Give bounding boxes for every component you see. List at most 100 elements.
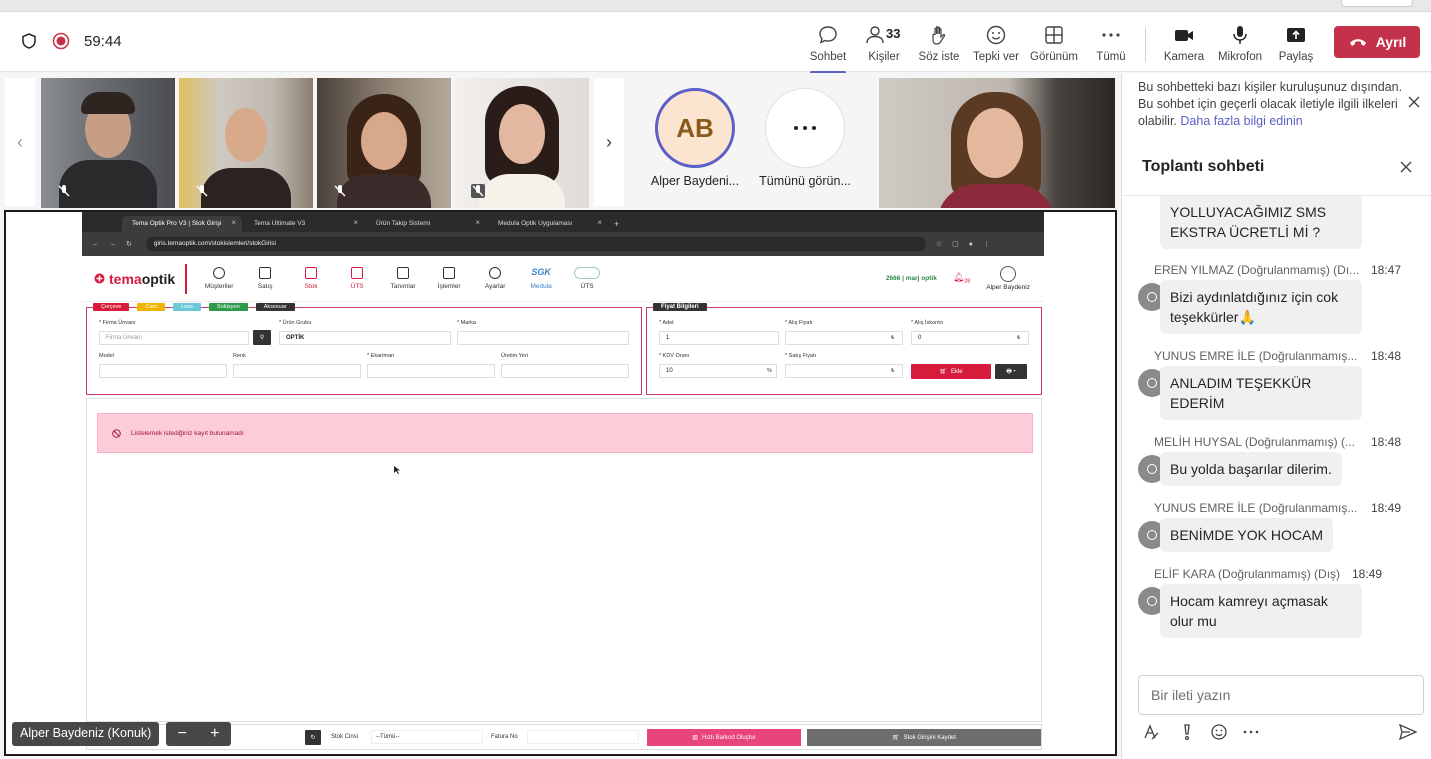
menu-stock[interactable]: Stok <box>291 267 331 290</box>
stock-type-select[interactable]: --Tümü-- <box>371 730 483 744</box>
sale-price-input[interactable] <box>785 364 903 378</box>
bookmark-star-icon[interactable]: ☆ <box>936 240 942 248</box>
color-input[interactable] <box>233 364 361 378</box>
menu-medula[interactable]: SGK Medula <box>521 267 561 290</box>
strip-prev-button[interactable]: ‹ <box>5 78 35 206</box>
reload-icon[interactable]: ↻ <box>126 240 132 248</box>
user-avatar-icon <box>1000 266 1017 282</box>
speaker-video-tile[interactable] <box>879 78 1115 208</box>
chip-solution[interactable]: Solüsyon <box>209 303 248 311</box>
quick-barcode-button[interactable]: ▥ Hızlı Barkod Oluştur <box>647 729 801 746</box>
invoice-no-input[interactable] <box>527 730 639 744</box>
menu-operations[interactable]: İşlemler <box>429 267 469 290</box>
chip-accessory[interactable]: Aksesuar <box>255 303 295 311</box>
leave-button[interactable]: Ayrıl <box>1334 26 1420 58</box>
share-button[interactable]: Paylaş <box>1268 24 1324 68</box>
microphone-icon <box>1233 26 1247 44</box>
window-mini-control[interactable] <box>1341 0 1413 7</box>
zoom-in-icon[interactable]: + <box>210 725 219 743</box>
extensions-icon[interactable]: ▢ <box>952 240 959 248</box>
sender-name: EREN YILMAZ (Doğrulanmamış) (Dı... <box>1154 263 1360 277</box>
see-all-participants-tile[interactable]: Tümünü görün... <box>755 88 855 188</box>
reaction-button[interactable]: Tepki ver <box>968 24 1024 68</box>
save-stock-entry-button[interactable]: 🛒︎ Stok Girişini Kaydet <box>807 729 1041 746</box>
group-select[interactable]: OPTİK <box>279 331 451 345</box>
browser-tab[interactable]: Tema Optik Pro V3 | Stok Girişi <box>122 216 242 232</box>
participant-video-tile[interactable] <box>179 78 313 208</box>
menu-settings[interactable]: Ayarlar <box>475 267 515 290</box>
browser-menu-icon[interactable]: ⋮ <box>983 240 990 248</box>
zoom-out-icon[interactable]: − <box>178 725 187 743</box>
profile-icon[interactable]: ● <box>969 241 973 248</box>
chat-button[interactable]: Sohbet <box>800 24 856 74</box>
participant-video-tile[interactable] <box>41 78 175 208</box>
refresh-button[interactable]: ↻ <box>305 730 321 745</box>
send-icon[interactable] <box>1398 723 1418 746</box>
quick-barcode-label: Hızlı Barkod Oluştur <box>701 734 756 741</box>
quantity-input[interactable]: 1 <box>659 331 779 345</box>
participant-video-tile[interactable] <box>317 78 451 208</box>
barcode-icon <box>351 267 364 279</box>
browser-tab[interactable]: Ürün Takip Sistemi <box>366 216 486 232</box>
menu-customers[interactable]: Müşteriler <box>199 267 239 290</box>
view-button[interactable]: Görünüm <box>1026 24 1082 68</box>
menu-definitions[interactable]: Tanımlar <box>383 267 423 290</box>
camera-button[interactable]: Kamera <box>1156 24 1212 68</box>
vat-input[interactable]: 10 <box>659 364 777 378</box>
chip-lens-glass[interactable]: Cam <box>137 303 166 311</box>
menu-label: İşlemler <box>437 283 461 290</box>
add-button[interactable]: 🛒︎ Ekle <box>911 364 991 379</box>
vat-percent: % <box>767 368 772 374</box>
menu-label: ÜTS <box>350 283 364 290</box>
firma-search-button[interactable]: ⚲ <box>253 330 271 345</box>
menu-uts[interactable]: ÜTS <box>337 267 377 290</box>
menu-uts-2[interactable]: ÜTS <box>567 267 607 290</box>
new-tab-icon[interactable]: + <box>610 219 623 232</box>
quantity-label: * Adet <box>659 320 674 326</box>
message-compose-input[interactable]: Bir ileti yazın <box>1138 675 1424 715</box>
close-icon[interactable] <box>1407 95 1421 109</box>
bell-icon: 🔔︎ <box>952 272 965 283</box>
chat-message-list[interactable]: YOLLUYACAĞIMIZ SMS EKSTRA ÜCRETLİ Mİ ? E… <box>1122 195 1431 665</box>
more-button[interactable]: Tümü <box>1083 24 1139 68</box>
app-logo[interactable]: tema optik <box>94 263 188 294</box>
url-field[interactable]: giris.temaoptik.com/stokislemleri/stokGi… <box>145 237 926 251</box>
chip-frame[interactable]: Çerçeve <box>93 303 130 311</box>
emoji-icon[interactable] <box>1210 723 1228 746</box>
back-icon[interactable]: ← <box>92 241 99 248</box>
add-button-label: Ekle <box>950 368 963 375</box>
people-button[interactable]: Kişiler <box>856 24 912 68</box>
learn-more-link[interactable]: Daha fazla bilgi edinin <box>1180 114 1302 128</box>
participant-avatar-tile[interactable]: AB Alper Baydeni... <box>645 88 745 188</box>
close-icon[interactable] <box>1399 160 1413 174</box>
origin-input[interactable] <box>501 364 629 378</box>
chip-contact-lens[interactable]: Lens <box>173 303 202 311</box>
forward-icon[interactable]: → <box>109 241 116 248</box>
purchase-price-input[interactable] <box>785 331 903 345</box>
microphone-button[interactable]: Mikrofon <box>1212 24 1268 68</box>
firma-input[interactable]: Firma Ünvanı <box>99 331 249 345</box>
model-input[interactable] <box>99 364 227 378</box>
people-count: 33 <box>886 26 901 41</box>
more-options-icon[interactable] <box>1242 723 1260 746</box>
menu-sales[interactable]: Satış <box>245 267 285 290</box>
participant-video-tile[interactable] <box>455 78 589 208</box>
browser-tab[interactable]: Medula Optik Uygulaması <box>488 216 608 232</box>
empty-result-alert: Listelemek istediğiniz kayıt bulunamadı <box>97 413 1033 453</box>
cart-icon: 🛒︎ <box>939 369 947 375</box>
raise-hand-button[interactable]: Söz iste <box>911 24 967 68</box>
brand-select[interactable] <box>457 331 629 345</box>
user-menu[interactable]: Alper Baydeniz <box>986 266 1030 291</box>
print-dropdown-button[interactable]: 🖶︎ ▾ <box>995 364 1027 379</box>
browser-tab[interactable]: Tema Ultimate V3 <box>244 216 364 232</box>
important-icon[interactable] <box>1180 723 1194 746</box>
format-icon[interactable] <box>1142 723 1160 746</box>
notifications-button[interactable]: 🔔︎28 <box>953 272 970 284</box>
shared-screen[interactable]: Tema Optik Pro V3 | Stok Girişi Tema Ult… <box>4 210 1117 756</box>
avatar-name: Alper Baydeni... <box>650 174 740 188</box>
size-input[interactable] <box>367 364 495 378</box>
chevron-left-icon: ‹ <box>17 131 23 152</box>
discount-input[interactable]: 0 <box>911 331 1029 345</box>
origin-label: Üretim Yeri <box>501 353 528 359</box>
strip-next-button[interactable]: › <box>594 78 624 206</box>
